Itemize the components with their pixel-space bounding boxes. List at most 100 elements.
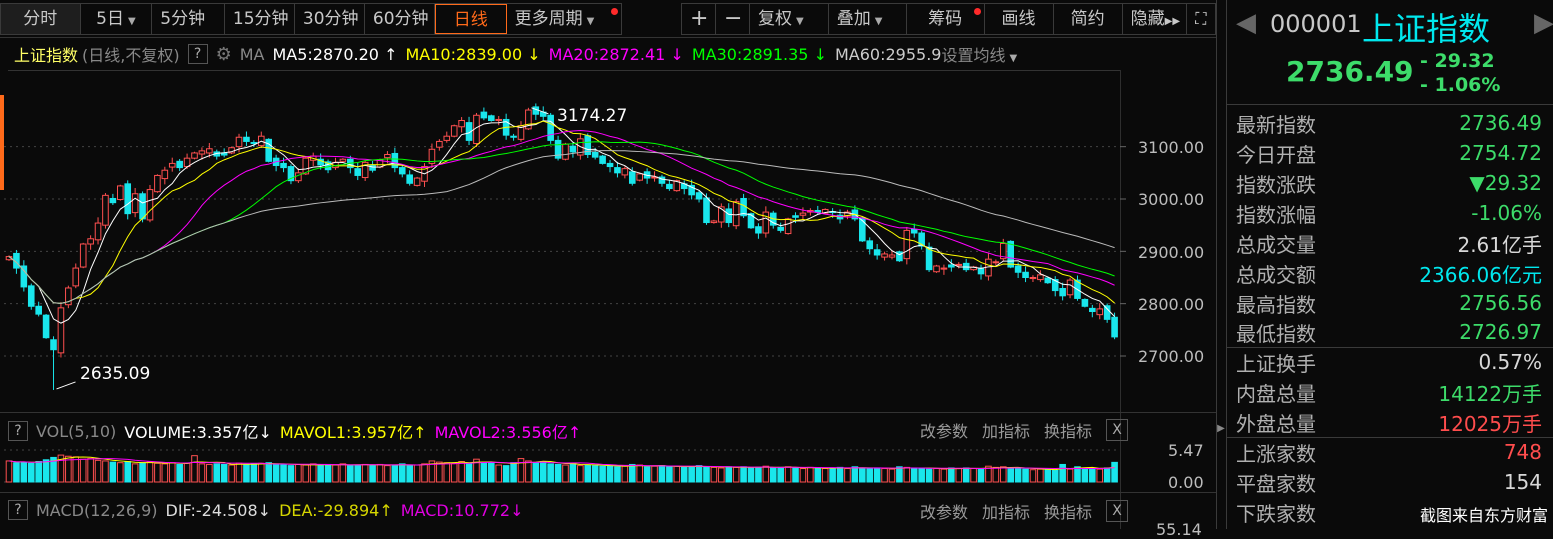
- candle-up: [621, 168, 629, 176]
- quote-value: 2726.97: [1459, 320, 1542, 344]
- quote-value: 2754.72: [1459, 141, 1542, 165]
- quote-row: 总成交量 2.61亿手: [1236, 228, 1542, 258]
- candle-up: [413, 177, 421, 186]
- quote-row: 上涨家数 748: [1236, 437, 1542, 467]
- candle-down: [250, 141, 258, 145]
- quote-value: 12025万手: [1438, 411, 1542, 436]
- volume-bar: [220, 463, 228, 483]
- quote-value: 2366.06亿元: [1419, 262, 1542, 287]
- candle-up: [495, 118, 503, 121]
- stock-name: 上证指数: [1362, 10, 1491, 48]
- volume-bar: [317, 465, 324, 483]
- volume-bar: [13, 462, 20, 483]
- volume-bar: [970, 468, 977, 483]
- candle-down: [628, 171, 636, 184]
- candle-down: [20, 265, 28, 288]
- edit-params-button[interactable]: 改参数: [920, 499, 968, 523]
- candle-up: [888, 254, 896, 258]
- volume-bar: [762, 465, 770, 483]
- volume-bar: [391, 464, 399, 483]
- volume-bar: [577, 465, 584, 483]
- volume-bar: [725, 466, 733, 483]
- quote-row: 指数涨跌 ▼29.32: [1236, 168, 1542, 198]
- add-indicator-button[interactable]: 加指标: [982, 499, 1030, 523]
- volume-bar: [361, 463, 369, 483]
- candle-down: [109, 197, 117, 204]
- collapse-panel-handle[interactable]: ▶: [1216, 418, 1226, 440]
- candle-up: [450, 125, 458, 137]
- candle-down: [866, 240, 874, 250]
- volume-bar: [554, 463, 562, 483]
- volume-bar: [873, 467, 881, 483]
- candle-up: [72, 267, 80, 287]
- volume-bar: [1029, 469, 1037, 483]
- price-change: - 29.32: [1420, 50, 1495, 72]
- help-button[interactable]: ?: [8, 500, 28, 520]
- volume-bar: [146, 461, 154, 483]
- candle-down: [962, 262, 970, 271]
- low-annotation: 2635.09: [80, 364, 151, 384]
- volume-bar: [792, 467, 799, 483]
- switch-indicator-button[interactable]: 换指标: [1044, 499, 1092, 523]
- quote-value: -1.06%: [1471, 201, 1542, 225]
- volume-bar: [903, 466, 911, 483]
- candle-up: [87, 238, 94, 245]
- ma5-line: [8, 120, 1115, 324]
- volume-bar: [584, 464, 592, 483]
- volume-bar: [35, 461, 42, 483]
- volume-bar: [651, 465, 658, 483]
- quote-label: 内盘总量: [1236, 381, 1316, 406]
- quote-label: 最低指数: [1236, 321, 1316, 346]
- y-tick: 3000.00: [1138, 190, 1205, 209]
- candle-down: [35, 305, 42, 315]
- add-indicator-button[interactable]: 加指标: [982, 418, 1030, 442]
- volume-bar: [413, 464, 421, 483]
- volume-bar: [161, 463, 169, 483]
- volume-bar: [1103, 467, 1111, 483]
- quote-label: 最高指数: [1236, 292, 1316, 317]
- volume-bar: [658, 465, 666, 483]
- candle-down: [27, 285, 35, 307]
- close-icon[interactable]: X: [1106, 419, 1128, 441]
- switch-indicator-button[interactable]: 换指标: [1044, 418, 1092, 442]
- volume-bar: [881, 468, 888, 483]
- quote-value: 154: [1503, 470, 1542, 494]
- next-stock-arrow[interactable]: ▶: [1534, 8, 1553, 38]
- volume-bar: [896, 466, 903, 483]
- help-button[interactable]: ?: [8, 421, 28, 441]
- volume-bar: [183, 462, 191, 483]
- kline-chart[interactable]: [0, 0, 1216, 529]
- macd-actions: 改参数 加指标 换指标 X: [920, 499, 1128, 523]
- volume-bar: [117, 462, 124, 483]
- candle-up: [79, 243, 87, 268]
- volume-bar: [718, 467, 725, 483]
- volume-bar: [488, 462, 495, 483]
- volume-bar: [154, 462, 161, 483]
- volume-bar: [421, 463, 428, 483]
- candle-up: [161, 169, 169, 180]
- candle-down: [948, 264, 955, 268]
- volume-bar: [999, 466, 1007, 483]
- quote-label: 上证换手: [1236, 351, 1316, 376]
- prev-stock-arrow[interactable]: ◀: [1236, 8, 1256, 38]
- volume-bar: [94, 459, 102, 483]
- quote-label: 外盘总量: [1236, 411, 1316, 436]
- candle-down: [1059, 287, 1066, 297]
- macd-value: MACD:10.772↓: [400, 500, 524, 520]
- quote-divider: [1226, 104, 1553, 105]
- volume-bar: [747, 467, 755, 483]
- volume-bar: [844, 468, 851, 483]
- candle-down: [599, 155, 606, 164]
- volume-bar: [1014, 468, 1022, 483]
- volume-bar: [1111, 461, 1118, 483]
- candle-down: [569, 145, 577, 153]
- edit-params-button[interactable]: 改参数: [920, 418, 968, 442]
- candle-down: [1103, 305, 1111, 320]
- volume-bar: [332, 464, 339, 483]
- volume-bar: [547, 463, 554, 483]
- candle-up: [1096, 308, 1104, 316]
- close-icon[interactable]: X: [1106, 500, 1128, 522]
- ma60-line: [8, 150, 1115, 304]
- volume-bar: [369, 464, 376, 483]
- quote-label: 平盘家数: [1236, 471, 1316, 496]
